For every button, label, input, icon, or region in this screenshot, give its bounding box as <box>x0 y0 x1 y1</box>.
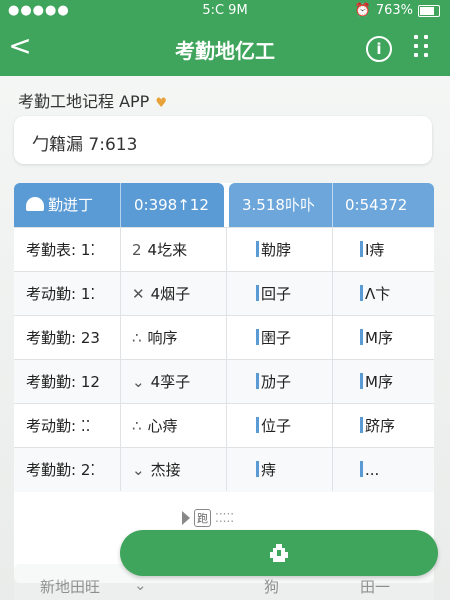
table-row[interactable]: 考勤勤: 12 ⌄ 4孪子 劢子 M序 <box>14 359 434 404</box>
row-value: ∴ 心痔 <box>132 417 178 435</box>
table-row[interactable]: 考勤勤: 2⁚ ⌄ 杰接 痔 ... <box>14 447 434 492</box>
header-cell-4[interactable]: 0:54372 <box>345 183 407 227</box>
row-label: 考动勤: 1⁚ <box>26 285 96 303</box>
app-name: 考勤工地记程 APP <box>18 92 150 111</box>
header-cell-2[interactable]: 0:398↑12 <box>134 183 209 227</box>
info-card-text: 勹籍漏 7:613 <box>32 135 138 155</box>
battery-icon <box>418 4 440 17</box>
info-button[interactable]: i <box>366 36 392 62</box>
page-indicator[interactable]: 跑 <box>194 509 211 527</box>
app-name-row: 考勤工地记程 APP ♥ <box>18 88 167 112</box>
pager-dots: ⁚⁚⁚⁚⁚ <box>215 511 235 525</box>
row-value: 位子 <box>256 404 291 448</box>
row-value: Λ卞 <box>360 272 390 316</box>
row-value: 圉子 <box>256 316 291 360</box>
row-value: M序 <box>360 360 393 404</box>
play-icon[interactable] <box>182 511 190 525</box>
row-label: 考动勤: ⁚⁚ <box>26 417 91 435</box>
table-row[interactable]: 考勤勤: 23 ∴ 响序 圉子 M序 <box>14 315 434 360</box>
row-value: ⌄ 杰接 <box>132 461 181 479</box>
row-value: ✕ 4烟子 <box>132 285 191 303</box>
header-cell-3[interactable]: 3.518卟卟 <box>242 183 315 227</box>
table-row[interactable]: 考动勤: 1⁚ ✕ 4烟子 回子 Λ卞 <box>14 271 434 316</box>
table-row[interactable]: 考动勤: ⁚⁚ ∴ 心痔 位子 跻序 <box>14 403 434 448</box>
row-value: ... <box>360 448 379 492</box>
row-value: M序 <box>360 316 393 360</box>
main-content: 考勤工地记程 APP ♥ 勹籍漏 7:613 勤迸丁 0:398↑12 3.518… <box>0 76 450 600</box>
helmet-icon <box>26 196 44 211</box>
nav-bar: < 考勤地亿工 i <box>0 22 450 76</box>
info-card[interactable]: 勹籍漏 7:613 <box>14 116 432 164</box>
heart-icon[interactable]: ♥ <box>155 96 167 111</box>
row-value: 跻序 <box>360 404 395 448</box>
row-value: ⌄ 4孪子 <box>132 373 191 391</box>
row-value: I痔 <box>360 228 384 272</box>
row-label: 考勤勤: 23 <box>26 329 100 347</box>
row-value: ∴ 响序 <box>132 329 178 347</box>
add-button[interactable] <box>120 530 438 576</box>
row-label: 考勤表: 1⁚ <box>26 241 96 259</box>
header-cell-1[interactable]: 勤迸丁 <box>26 183 93 227</box>
row-value: 2 4圪来 <box>132 241 188 259</box>
row-label: 考勤勤: 12 <box>26 373 100 391</box>
battery-percent: 763% <box>375 3 413 18</box>
alarm-icon: ⏰ <box>354 3 371 18</box>
row-value: 劢子 <box>256 360 291 404</box>
pager[interactable]: 跑 ⁚⁚⁚⁚⁚ <box>182 508 234 528</box>
row-value: 痔 <box>256 448 276 492</box>
puzzle-icon <box>270 544 288 562</box>
battery-area: ⏰ 763% <box>355 3 440 18</box>
row-label: 考勤勤: 2⁚ <box>26 461 96 479</box>
status-bar: ●●●●● 5:C 9M ⏰ 763% <box>0 0 450 22</box>
row-value: 勒脖 <box>256 228 291 272</box>
row-value: 回子 <box>256 272 291 316</box>
table-row[interactable]: 考勤表: 1⁚ 2 4圪来 勒脖 I痔 <box>14 227 434 272</box>
more-menu-icon[interactable] <box>414 35 430 59</box>
